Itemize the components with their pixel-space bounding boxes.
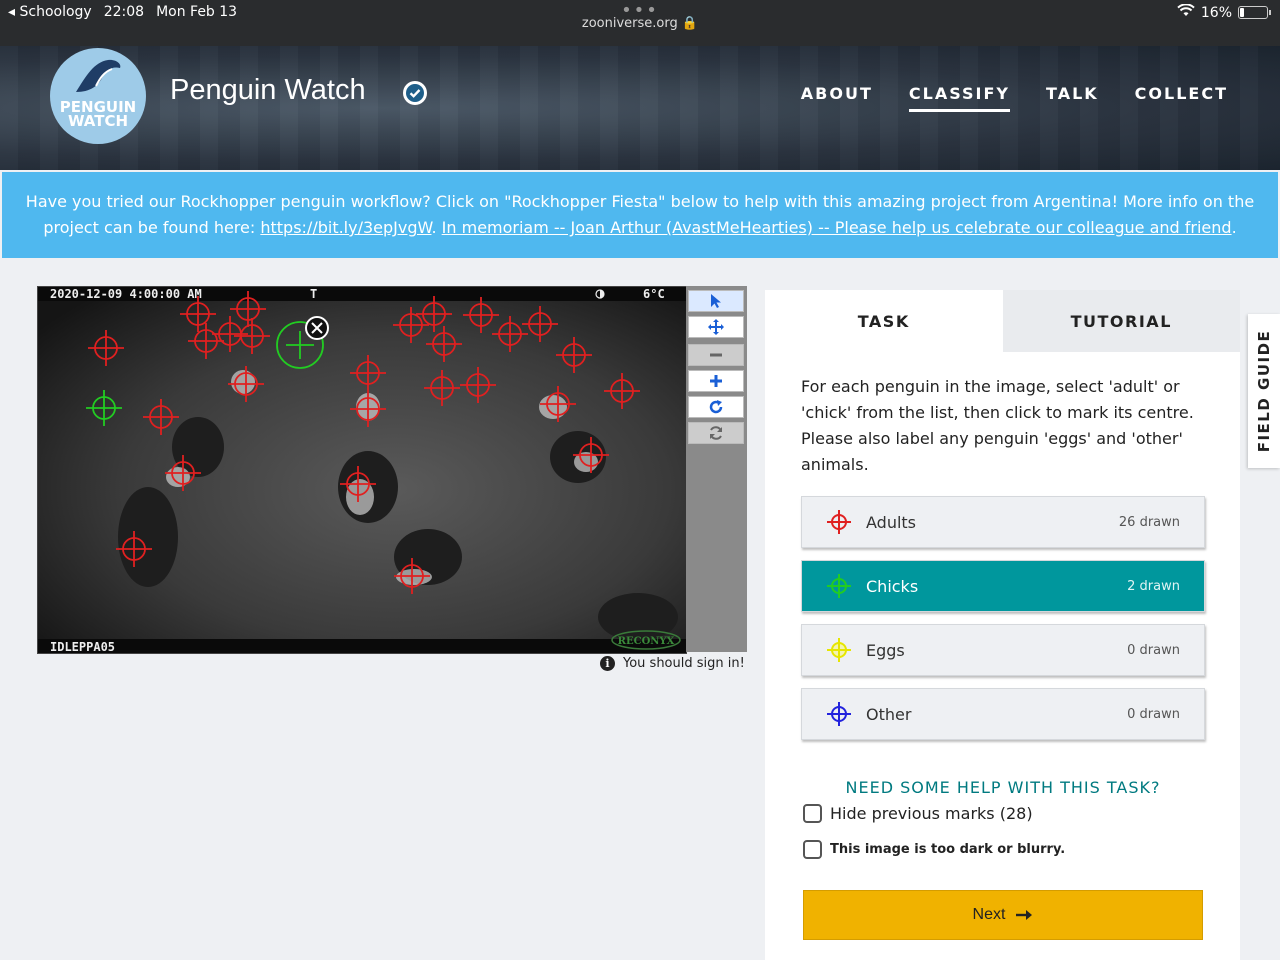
banner-link-bitly[interactable]: https://bit.ly/3epJvgW [260, 218, 431, 237]
tab-tutorial[interactable]: TUTORIAL [1002, 290, 1240, 352]
camera-temperature: 6°C [643, 287, 665, 301]
battery-icon [1238, 6, 1271, 19]
zoom-out-button[interactable] [688, 344, 744, 366]
answer-eggs[interactable]: Eggs 0 drawn [801, 624, 1205, 676]
move-arrows-icon [708, 319, 724, 335]
signin-notice: i You should sign in! [600, 656, 745, 671]
reset-view-button[interactable] [688, 422, 744, 444]
hide-marks-label: Hide previous marks (28) [830, 804, 1033, 823]
more-dots-icon[interactable]: ••• [0, 2, 1280, 20]
answer-adults[interactable]: Adults 26 drawn [801, 496, 1205, 548]
wifi-icon [1177, 3, 1195, 21]
answer-other[interactable]: Other 0 drawn [801, 688, 1205, 740]
penguin-logo-icon [76, 59, 121, 92]
tab-task[interactable]: TASK [765, 290, 1003, 352]
field-guide-tab[interactable]: FIELD GUIDE [1248, 314, 1280, 468]
delete-mark-button[interactable] [305, 316, 329, 340]
battery-percent: 16% [1200, 4, 1232, 21]
crosshair-red-icon [827, 510, 851, 534]
answer-count: 0 drawn [1127, 706, 1180, 722]
logo-text-watch: WATCH [67, 112, 129, 130]
plus-icon [710, 375, 722, 387]
lock-icon: 🔒 [681, 16, 699, 31]
banner-end: . [1231, 218, 1237, 237]
too-dark-label: This image is too dark or blurry. [830, 842, 1066, 857]
task-instructions: For each penguin in the image, select 'a… [801, 377, 1194, 474]
camera-id: IDLEPPA05 [50, 640, 115, 654]
camera-brand: RECONYX [618, 636, 675, 647]
answer-label: Chicks [866, 576, 919, 596]
checkbox-box[interactable] [803, 804, 822, 823]
camera-timestamp: 2020-12-09 4:00:00 AM [50, 287, 202, 301]
project-nav: ABOUT CLASSIFY TALK COLLECT [801, 84, 1228, 112]
image-toolbar [686, 286, 747, 652]
arrow-right-icon [1016, 910, 1033, 920]
nav-collect[interactable]: COLLECT [1135, 84, 1228, 112]
next-button[interactable]: Next [803, 890, 1203, 940]
annotate-pointer-button[interactable] [688, 290, 744, 312]
cursor-icon [711, 294, 721, 308]
answer-chicks[interactable]: Chicks 2 drawn [801, 560, 1205, 612]
answer-label: Adults [866, 512, 917, 532]
ios-status-bar: ◂ Schoology 22:08 Mon Feb 13 ••• zoonive… [0, 0, 1280, 46]
signin-text: You should sign in! [623, 656, 745, 671]
banner-link-memoriam[interactable]: In memoriam -- Joan Arthur (AvastMeHeart… [442, 218, 1232, 237]
rotate-icon [709, 400, 723, 414]
checkbox-box[interactable] [803, 840, 822, 859]
info-icon: i [600, 656, 615, 671]
project-header: PENGUIN WATCH Penguin Watch ABOUT CLASSIF… [0, 46, 1280, 170]
project-logo[interactable]: PENGUIN WATCH [50, 48, 146, 144]
zoom-in-button[interactable] [688, 370, 744, 392]
answer-label: Other [866, 704, 912, 724]
project-title[interactable]: Penguin Watch [170, 74, 366, 107]
answer-count: 26 drawn [1118, 514, 1180, 530]
minus-icon [710, 353, 722, 357]
camera-marker: T [310, 287, 317, 301]
task-help-link[interactable]: NEED SOME HELP WITH THIS TASK? [801, 778, 1205, 797]
answer-label: Eggs [866, 640, 905, 660]
answer-count: 0 drawn [1127, 642, 1180, 658]
too-dark-checkbox[interactable]: This image is too dark or blurry. [803, 840, 1065, 859]
answer-count: 2 drawn [1127, 578, 1180, 594]
verified-check-icon [403, 81, 427, 105]
banner-sep: . [431, 218, 442, 237]
next-label: Next [972, 906, 1006, 923]
nav-about[interactable]: ABOUT [801, 84, 873, 112]
field-guide-label: FIELD GUIDE [1255, 329, 1273, 453]
rotate-button[interactable] [688, 396, 744, 418]
url-label[interactable]: zooniverse.org [582, 16, 678, 31]
task-panel: TASK TUTORIAL For each penguin in the im… [765, 290, 1240, 960]
subject-image[interactable]: 2020-12-09 4:00:00 AM T 6°C IDLEPPA05 RE… [37, 286, 687, 654]
nav-classify[interactable]: CLASSIFY [908, 84, 1011, 112]
crosshair-green-icon [827, 574, 851, 598]
announcement-banner: Have you tried our Rockhopper penguin wo… [2, 172, 1278, 258]
crosshair-yellow-icon [827, 638, 851, 662]
move-button[interactable] [688, 316, 744, 338]
crosshair-blue-icon [827, 702, 851, 726]
nav-talk[interactable]: TALK [1046, 84, 1099, 112]
hide-marks-checkbox[interactable]: Hide previous marks (28) [803, 804, 1033, 823]
refresh-icon [710, 426, 722, 440]
